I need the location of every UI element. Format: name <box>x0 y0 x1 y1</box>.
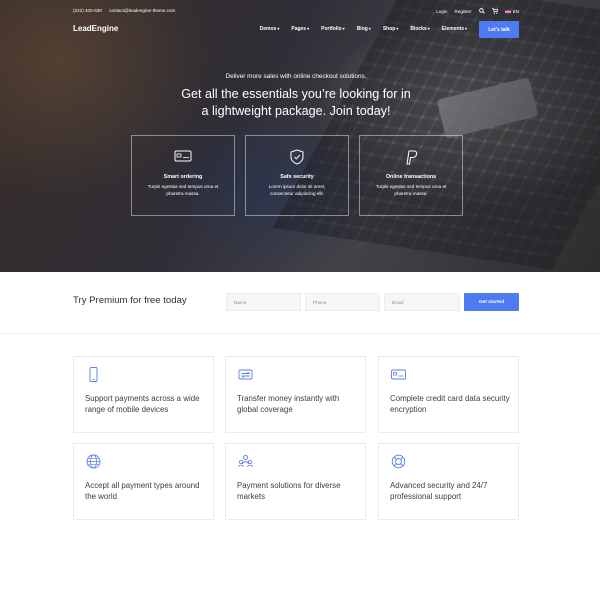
feature-smart-ordering: Smart ordering Turpis egestas sed tempus… <box>131 135 235 216</box>
language-label: EN <box>512 9 519 14</box>
nav-item-label: Blog <box>356 26 368 32</box>
feature-title: Smart ordering <box>163 174 203 180</box>
nav-item-label: Portfolio <box>321 26 342 32</box>
chevron-down-icon: ▾ <box>342 26 345 31</box>
cart-icon[interactable] <box>491 8 499 15</box>
nav-item-demos[interactable]: Demos▾ <box>260 26 280 32</box>
flag-icon <box>504 9 511 14</box>
service-card: Advanced security and 24/7 professional … <box>378 443 519 520</box>
feature-description: Turpis egestas sed tempus urna et pharet… <box>147 184 219 196</box>
chevron-down-icon: ▾ <box>396 26 399 31</box>
top-bar: (222) 400-630 contact@leadengine-theme.c… <box>73 6 519 18</box>
nav-item-label: Demos <box>259 26 277 32</box>
feature-description: Turpis egestas sed tempus urna et pharet… <box>375 184 447 196</box>
credit-card-icon <box>391 367 406 382</box>
hero-title-line-1: Get all the essentials you’re looking fo… <box>181 87 411 101</box>
hero-title-line-2: a lightweight package. Join today! <box>201 104 391 118</box>
nav-item-shop[interactable]: Shop▾ <box>383 26 399 32</box>
support-lifebuoy-icon <box>391 454 406 469</box>
nav-item-blog[interactable]: Blog▾ <box>357 26 371 32</box>
search-icon[interactable] <box>478 8 485 15</box>
main-navbar: LeadEngine Demos▾ Pages▾ Portfolio▾ Blog… <box>73 20 519 40</box>
signup-section: Try Premium for free today Name Phone Em… <box>0 272 600 334</box>
service-card: Complete credit card data security encry… <box>378 356 519 433</box>
credit-card-icon <box>132 149 234 165</box>
money-transfer-icon <box>238 367 253 382</box>
top-bar-actions: Login Register EN <box>436 8 519 15</box>
feature-description: Lorem ipsum dolor sit amet, consectetur … <box>268 184 326 196</box>
service-card: Payment solutions for diverse markets <box>225 443 366 520</box>
signup-title: Try Premium for free today <box>73 295 187 306</box>
chevron-down-icon: ▾ <box>464 26 467 31</box>
phone-field[interactable]: Phone <box>305 293 380 311</box>
get-started-button[interactable]: Get started <box>464 293 519 311</box>
service-card: Transfer money instantly with global cov… <box>225 356 366 433</box>
mobile-icon <box>86 367 101 382</box>
register-link[interactable]: Register <box>455 9 472 14</box>
service-text: Support payments across a wide range of … <box>85 394 200 414</box>
nav-item-label: Elements <box>441 26 464 32</box>
service-text: Payment solutions for diverse markets <box>237 481 341 501</box>
name-field[interactable]: Name <box>226 293 301 311</box>
globe-icon <box>86 454 101 469</box>
logo[interactable]: LeadEngine <box>73 24 118 33</box>
top-bar-contact: (222) 400-630 contact@leadengine-theme.c… <box>73 8 181 13</box>
paypal-icon <box>360 149 462 165</box>
hero-subtitle: Deliver more sales with online checkout … <box>225 73 367 80</box>
lets-talk-button[interactable]: Let's talk <box>479 21 519 38</box>
feature-safe-security: Safe security Lorem ipsum dolor sit amet… <box>245 135 349 216</box>
nav-item-portfolio[interactable]: Portfolio▾ <box>321 26 345 32</box>
feature-title: Safe security <box>280 174 314 180</box>
login-link[interactable]: Login <box>436 9 447 14</box>
chevron-down-icon: ▾ <box>277 26 280 31</box>
nav-item-label: Shop <box>382 26 396 32</box>
nav-item-label: Blocks <box>410 26 427 32</box>
service-card: Accept all payment types around the worl… <box>73 443 214 520</box>
nav-item-elements[interactable]: Elements▾ <box>442 26 467 32</box>
phone-number[interactable]: (222) 400-630 <box>73 8 102 13</box>
chevron-down-icon: ▾ <box>368 26 371 31</box>
chevron-down-icon: ▾ <box>427 26 430 31</box>
shield-icon <box>246 149 348 165</box>
service-card: Support payments across a wide range of … <box>73 356 214 433</box>
email-field[interactable]: Email <box>384 293 460 311</box>
feature-online-transactions: Online transactions Turpis egestas sed t… <box>359 135 463 216</box>
hero-title: Get all the essentials you’re looking fo… <box>0 86 592 120</box>
email-link[interactable]: contact@leadengine-theme.com <box>109 8 175 13</box>
main-menu: Demos▾ Pages▾ Portfolio▾ Blog▾ Shop▾ Blo… <box>260 26 467 32</box>
service-text: Complete credit card data security encry… <box>390 394 510 414</box>
nav-item-blocks[interactable]: Blocks▾ <box>410 26 429 32</box>
language-switcher[interactable]: EN <box>504 9 519 14</box>
chevron-down-icon: ▾ <box>307 26 310 31</box>
feature-title: Online transactions <box>385 174 437 180</box>
hero-section: (222) 400-630 contact@leadengine-theme.c… <box>0 0 600 272</box>
nav-item-label: Pages <box>291 26 307 32</box>
nav-item-pages[interactable]: Pages▾ <box>291 26 309 32</box>
service-text: Accept all payment types around the worl… <box>85 481 200 501</box>
service-text: Advanced security and 24/7 professional … <box>390 481 488 501</box>
users-icon <box>238 454 253 469</box>
service-text: Transfer money instantly with global cov… <box>237 394 340 414</box>
